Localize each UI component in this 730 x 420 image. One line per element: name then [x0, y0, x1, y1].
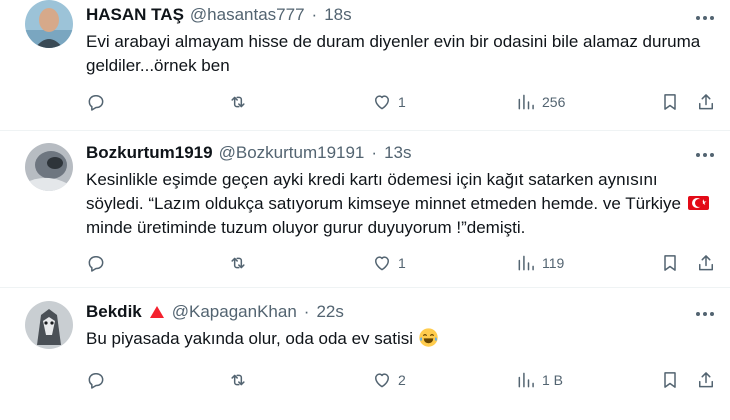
tweet[interactable]: HASAN TAŞ @hasantas777 · 18s Evi arabayi… — [0, 0, 730, 131]
tweet-header: Bekdik @KapaganKhan · 22s — [86, 302, 344, 322]
retweet-button[interactable] — [228, 90, 248, 114]
heart-icon — [375, 256, 389, 271]
bookmark-button[interactable] — [660, 90, 680, 114]
display-name[interactable]: HASAN TAŞ — [86, 5, 184, 25]
like-button[interactable]: 2 — [372, 368, 406, 392]
share-button[interactable] — [696, 368, 716, 392]
share-icon — [699, 372, 713, 388]
tweet-text: Evi arabayi almayam hisse de duram diyen… — [86, 32, 701, 75]
views-button[interactable]: 256 — [516, 90, 565, 114]
reply-button[interactable] — [86, 251, 106, 275]
more-icon[interactable] — [694, 145, 716, 165]
share-button[interactable] — [696, 90, 716, 114]
like-button[interactable]: 1 — [372, 251, 406, 275]
tweet-header: HASAN TAŞ @hasantas777 · 18s — [86, 5, 352, 25]
like-count: 1 — [398, 255, 406, 271]
user-handle[interactable]: @Bozkurtum19191 — [219, 143, 365, 163]
retweet-button[interactable] — [228, 251, 248, 275]
action-bar: 2 1 B — [86, 368, 718, 392]
reply-icon — [88, 256, 104, 272]
tweet-header: Bozkurtum1919 @Bozkurtum19191 · 13s — [86, 143, 411, 163]
reply-button[interactable] — [86, 368, 106, 392]
reply-icon — [88, 373, 104, 389]
tweet-text: Kesinlikle eşimde geçen ayki kredi kartı… — [86, 168, 716, 240]
retweet-icon — [231, 374, 245, 386]
heart-icon — [375, 95, 389, 110]
views-button[interactable]: 119 — [516, 251, 564, 275]
avatar[interactable] — [25, 143, 73, 191]
timestamp[interactable]: 13s — [384, 143, 411, 163]
avatar[interactable] — [25, 0, 73, 48]
heart-icon — [375, 373, 389, 388]
share-button[interactable] — [696, 251, 716, 275]
bookmark-icon — [664, 255, 676, 271]
views-icon — [518, 255, 534, 271]
turkey-flag-icon: ★ — [687, 196, 709, 210]
retweet-icon — [231, 257, 245, 269]
like-button[interactable]: 1 — [372, 90, 406, 114]
like-count: 2 — [398, 372, 406, 388]
tweet[interactable]: Bekdik @KapaganKhan · 22s Bu piyasada ya… — [0, 288, 730, 420]
timestamp[interactable]: 22s — [316, 302, 343, 322]
red-triangle-badge-icon — [149, 306, 164, 318]
share-icon — [699, 94, 713, 110]
tweet-text: Bu piyasada yakında olur, oda oda ev sat… — [86, 327, 716, 351]
views-icon — [518, 372, 534, 388]
separator: · — [371, 143, 378, 162]
user-handle[interactable]: @KapaganKhan — [172, 302, 297, 322]
share-icon — [699, 255, 713, 271]
views-icon — [518, 94, 534, 110]
bookmark-button[interactable] — [660, 368, 680, 392]
like-count: 1 — [398, 94, 406, 110]
tweet-text-part: Kesinlikle eşimde geçen ayki kredi kartı… — [86, 170, 681, 213]
more-icon[interactable] — [694, 8, 716, 28]
tweet[interactable]: Bozkurtum1919 @Bozkurtum19191 · 13s Kesi… — [0, 131, 730, 288]
views-button[interactable]: 1 B — [516, 368, 563, 392]
action-bar: 1 119 — [86, 251, 718, 275]
bookmark-button[interactable] — [660, 251, 680, 275]
laughing-tears-emoji-icon — [419, 328, 438, 347]
action-bar: 1 256 — [86, 90, 718, 114]
reply-button[interactable] — [86, 90, 106, 114]
retweet-button[interactable] — [228, 368, 248, 392]
view-count: 256 — [542, 94, 566, 110]
view-count: 119 — [542, 255, 565, 271]
view-count: 1 B — [542, 372, 564, 388]
separator: · — [311, 5, 318, 24]
tweet-text-part: Bu piyasada yakında olur, oda oda ev sat… — [86, 329, 413, 348]
display-name[interactable]: Bekdik — [86, 302, 142, 322]
tweet-text-part: minde üretiminde tuzum oluyor gurur duyu… — [86, 218, 526, 237]
avatar[interactable] — [25, 301, 73, 349]
bookmark-icon — [664, 94, 676, 110]
timestamp[interactable]: 18s — [324, 5, 351, 25]
user-handle[interactable]: @hasantas777 — [190, 5, 305, 25]
retweet-icon — [231, 96, 245, 108]
more-icon[interactable] — [694, 304, 716, 324]
display-name[interactable]: Bozkurtum1919 — [86, 143, 213, 163]
bookmark-icon — [664, 372, 676, 388]
reply-icon — [88, 95, 104, 111]
separator: · — [303, 302, 310, 321]
